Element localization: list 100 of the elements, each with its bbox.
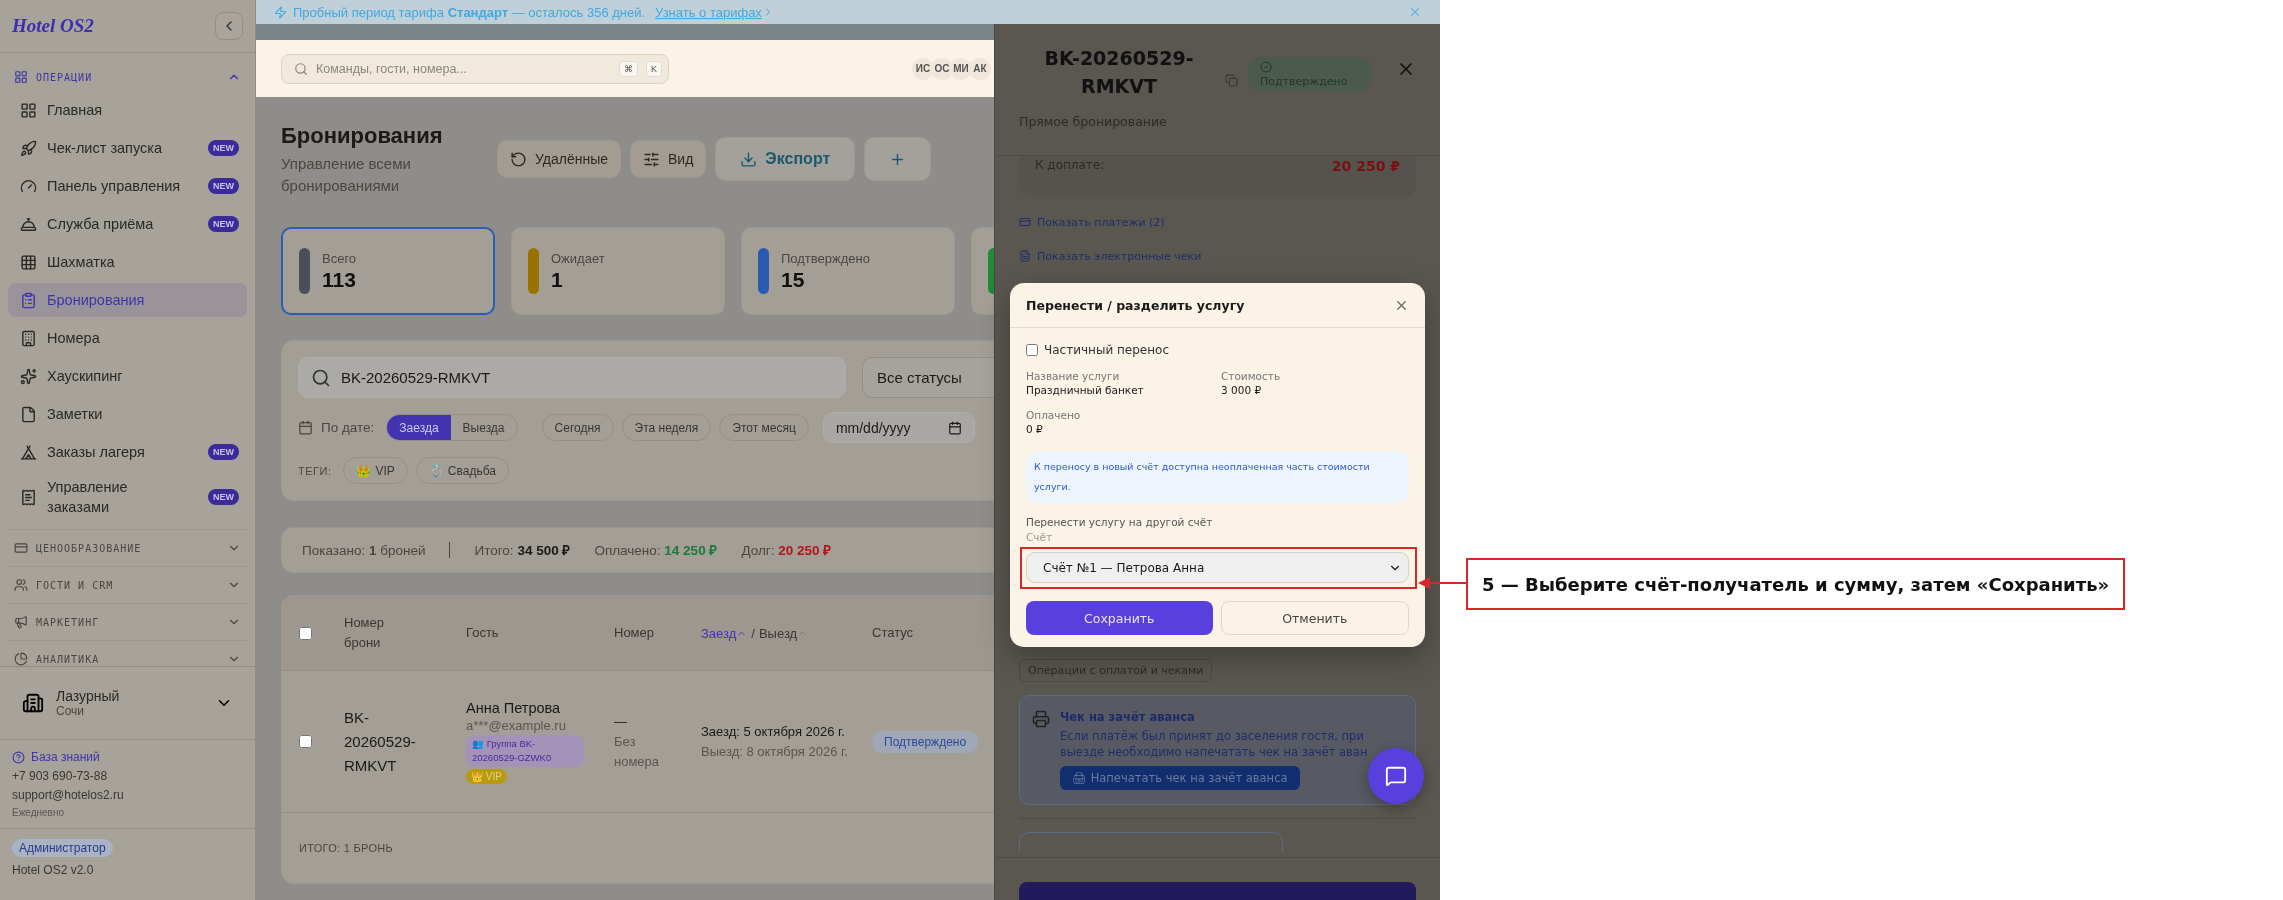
knowledge-base-link[interactable]: База знаний [12, 750, 243, 764]
nav-icon [20, 139, 37, 157]
printer-icon [1032, 710, 1050, 728]
partial-transfer-checkbox[interactable] [1026, 344, 1038, 356]
dialog-title: Перенести / разделить услугу [1026, 297, 1245, 313]
date-mode-toggle[interactable]: Выезда [450, 415, 517, 440]
sidebar-item[interactable]: Чек-лист запуска NEW [8, 131, 247, 165]
section-header[interactable]: АНАЛИТИКА [8, 640, 247, 666]
search-icon [294, 61, 308, 76]
sidebar-item[interactable]: Панель управления NEW [8, 169, 247, 203]
property-selector[interactable]: Лазурный Сочи [0, 667, 255, 740]
new-badge: NEW [208, 140, 239, 156]
grid-icon [14, 70, 28, 84]
trial-banner-text: Пробный период тарифа Стандарт — осталось 356 дней. [293, 4, 646, 20]
date-input[interactable]: mm/dd/yyyy [822, 412, 975, 443]
column-header: Гость [466, 624, 500, 642]
section-title: Перенести услугу на другой счёт [1026, 516, 1214, 528]
shown-count: Показано: 1 броней [302, 542, 426, 558]
building-icon [22, 692, 44, 714]
user-avatar[interactable]: ОС [931, 57, 953, 80]
section-header[interactable]: ОПЕРАЦИИ [8, 63, 247, 91]
nav-icon [20, 488, 37, 506]
select-all-checkbox[interactable] [299, 626, 312, 640]
select-label: Счёт [1026, 531, 1054, 543]
slash-separator: / [751, 625, 755, 641]
stat-card[interactable]: Подтверждено 15 [741, 227, 955, 315]
shortcut-key: ⌘ [619, 60, 638, 77]
role-badge: Администратор [12, 839, 113, 857]
new-badge: NEW [208, 489, 239, 505]
field-label: Оплачено [1026, 408, 1082, 422]
stat-label: Подтверждено [781, 250, 870, 266]
nav-icon [20, 253, 37, 271]
guest-email: a***@example.ru [466, 717, 566, 733]
view-icon [643, 150, 661, 168]
stat-card[interactable]: Ожидает 1 [511, 227, 725, 315]
export-button[interactable]: Экспорт [715, 137, 856, 181]
stat-value: 15 [781, 267, 806, 292]
version-text: Hotel OS2 v2.0 [12, 863, 94, 877]
copy-button[interactable] [1225, 74, 1238, 87]
section-header[interactable]: ЦЕНООБРАЗОВАНИЕ [8, 529, 247, 566]
hours-text: Ежедневно [12, 807, 66, 818]
sort-header[interactable]: Заезд [701, 625, 748, 641]
command-search-field[interactable]: Команды, гости, номера... ⌘ K [281, 53, 669, 84]
sidebar-item[interactable]: Управление заказами NEW [8, 473, 247, 521]
checkbox-label: Частичный перенос [1044, 343, 1169, 357]
field-value: 3 000 ₽ [1221, 383, 1263, 398]
stat-card[interactable]: Всего 113 [281, 227, 495, 315]
booking-search-field[interactable]: BK-20260529-RMKVT [298, 357, 846, 398]
new-badge: NEW [208, 444, 239, 460]
field-value: Праздничный банкет [1026, 383, 1145, 398]
deleted-button[interactable]: Удалённые [497, 140, 622, 178]
sidebar-item[interactable]: Бронирования [8, 283, 247, 317]
room-value: — [614, 712, 628, 731]
sort-header[interactable]: Выезд [758, 625, 809, 641]
new-badge: NEW [208, 178, 239, 194]
calendar-icon [298, 420, 313, 435]
section-header[interactable]: МАРКЕТИНГ [8, 603, 247, 640]
section-icon [14, 652, 28, 666]
nav-icon [20, 101, 37, 119]
section-header[interactable]: ГОСТИ И CRM [8, 566, 247, 603]
deleted-icon [510, 150, 527, 168]
date-filter-label: По дате: [321, 420, 375, 435]
user-avatar[interactable]: ИС [912, 57, 934, 80]
shortcut-key: K [646, 60, 662, 77]
column-header: Номер брони [344, 614, 385, 652]
section-icon [14, 615, 28, 629]
sidebar-item[interactable]: Служба приёма NEW [8, 207, 247, 241]
section-icon [14, 578, 28, 592]
nav-icon [20, 291, 37, 309]
sidebar-item[interactable]: Номера [8, 321, 247, 355]
field-label: Название услуги [1026, 369, 1121, 383]
room-note: Без номера [614, 732, 661, 771]
date-mode-toggle[interactable]: Заезда [387, 415, 451, 440]
callout-arrow [1418, 576, 1468, 590]
save-button[interactable]: Сохранить [1026, 601, 1213, 635]
checkout-date: Выезд: 8 октября 2026 г. [701, 742, 849, 761]
field-value: 0 ₽ [1026, 422, 1044, 437]
collapse-button[interactable] [215, 12, 243, 40]
search-icon [311, 367, 331, 388]
user-avatar[interactable]: АК [969, 57, 991, 80]
sidebar-item[interactable]: Шахматка [8, 245, 247, 279]
summary-total: Итого: 34 500 ₽ [474, 542, 571, 559]
summary-total: Оплачено: 14 250 ₽ [594, 542, 718, 559]
field-label: Стоимость [1221, 369, 1282, 383]
nav-icon [20, 215, 37, 233]
status-select[interactable]: Все статусы [862, 357, 994, 398]
cancel-button[interactable]: Отменить [1220, 601, 1409, 635]
sidebar-item[interactable]: Хаускипинг [8, 359, 247, 393]
card-title: Чек на зачёт аванса [1060, 710, 1195, 724]
sidebar-item[interactable]: Главная [8, 93, 247, 127]
print-receipt-button[interactable]: 🖨 Напечатать чек на зачёт аванса [1060, 766, 1300, 790]
stat-label: Ожидает [551, 250, 605, 266]
view-button[interactable]: Вид [630, 140, 707, 178]
booking-number: BK-20260529-RMKVT [344, 707, 417, 776]
sidebar-item[interactable]: Заказы лагеря NEW [8, 435, 247, 469]
sidebar-item[interactable]: Заметки [8, 397, 247, 431]
user-avatar[interactable]: МИ [950, 57, 972, 80]
account-select[interactable]: Счёт №1 — Петрова Анна [1026, 552, 1409, 583]
row-checkbox[interactable] [299, 735, 312, 748]
stat-label: Всего [322, 250, 357, 266]
